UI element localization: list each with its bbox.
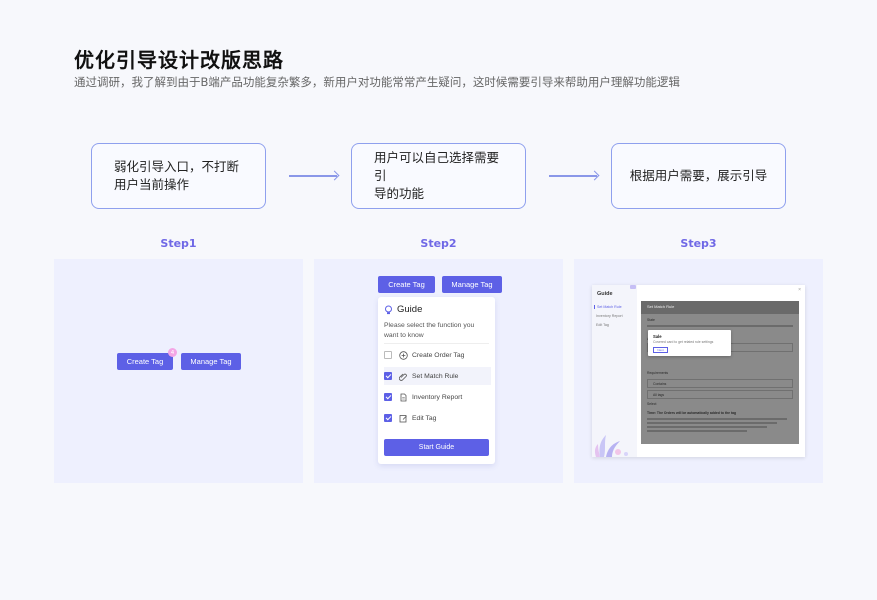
guide-option-label: Edit Tag xyxy=(412,414,437,422)
flow-arrow-1 xyxy=(289,175,337,177)
tooltip-next-button[interactable]: Next xyxy=(653,347,668,353)
guide-description: Please select the function you want to k… xyxy=(384,322,475,339)
note-line xyxy=(647,430,747,432)
guide-option-set-match-rule[interactable]: Set Match Rule xyxy=(384,367,491,385)
plant-illustration xyxy=(594,435,628,457)
tooltip-title: Sale xyxy=(653,334,662,339)
contains-box xyxy=(647,379,793,388)
create-tag-button[interactable]: Create Tag xyxy=(378,276,435,293)
flow-arrow-2 xyxy=(549,175,597,177)
guide-option-edit-tag[interactable]: Edit Tag xyxy=(384,409,491,427)
contains-label: Contains xyxy=(653,382,667,386)
requirements-label: Requirements xyxy=(647,371,669,375)
note-line xyxy=(647,418,787,420)
flow-box-1-line2: 用户当前操作 xyxy=(114,177,190,192)
step3-panel: Guide Set Match Rule Inventory Report Ed… xyxy=(574,259,823,483)
plus-circle-icon xyxy=(399,350,408,360)
guide-sidebar: Guide Set Match Rule Inventory Report Ed… xyxy=(592,285,637,457)
notification-badge: 4 xyxy=(168,348,177,357)
flow-box-3: 根据用户需要，展示引导 xyxy=(611,143,786,209)
sidebar-item-edit-tag[interactable]: Edit Tag xyxy=(596,323,609,327)
step2-panel: Create Tag Manage Tag Guide Please selec… xyxy=(314,259,563,483)
checkbox-checked[interactable] xyxy=(384,393,392,401)
note-line xyxy=(647,426,767,428)
note-title: Time: The Orders will be automatically a… xyxy=(647,411,737,415)
main-header-title: Set Match Rule xyxy=(647,304,675,309)
document-icon xyxy=(400,393,407,401)
lightbulb-icon xyxy=(385,305,392,314)
close-tag-icon xyxy=(630,285,636,289)
note-line xyxy=(647,422,777,424)
guide-tooltip: Sale Covered card to get related rule se… xyxy=(648,330,731,356)
step-label-3: Step3 xyxy=(680,237,717,250)
manage-tag-button[interactable]: Manage Tag xyxy=(181,353,241,370)
flow-box-1-line1: 弱化引导入口，不打断 xyxy=(114,159,240,174)
checkbox-unchecked[interactable] xyxy=(384,351,392,359)
flow-box-2-line2: 导的功能 xyxy=(374,186,425,201)
flow-box-3-line1: 根据用户需要，展示引导 xyxy=(629,168,768,183)
guide-header: Guide xyxy=(384,304,422,315)
guide-option-create-order-tag[interactable]: Create Order Tag xyxy=(384,346,491,364)
sidebar-item-inventory-report[interactable]: Inventory Report xyxy=(596,314,623,318)
main-header: Set Match Rule xyxy=(641,301,799,314)
select-label: Select xyxy=(647,402,657,406)
checkbox-checked[interactable] xyxy=(384,414,392,422)
step1-panel: Create Tag 4 Manage Tag xyxy=(54,259,303,483)
guide-option-inventory-report[interactable]: Inventory Report xyxy=(384,388,491,406)
checkbox-checked[interactable] xyxy=(384,372,392,380)
tooltip-text: Covered card to get related rule setting… xyxy=(653,340,714,344)
sidebar-item-set-match-rule[interactable]: Set Match Rule xyxy=(594,305,622,309)
guide-option-label: Inventory Report xyxy=(412,393,463,401)
guide-title: Guide xyxy=(397,304,423,315)
guide-main-overlay: Set Match Rule State Add a requirement R… xyxy=(641,301,799,444)
flow-box-1: 弱化引导入口，不打断 用户当前操作 xyxy=(91,143,266,209)
edit-icon xyxy=(399,414,407,422)
manage-tag-button[interactable]: Manage Tag xyxy=(442,276,502,293)
close-icon[interactable]: × xyxy=(798,287,801,293)
guide-screen-preview: Guide Set Match Rule Inventory Report Ed… xyxy=(592,285,805,457)
tags-label: All tags xyxy=(653,393,665,397)
page-title: 优化引导设计改版思路 xyxy=(74,48,284,72)
create-tag-button[interactable]: Create Tag xyxy=(117,353,173,370)
step-label-1: Step1 xyxy=(160,237,197,250)
guide-sidebar-title: Guide xyxy=(597,291,613,297)
guide-option-label: Create Order Tag xyxy=(412,351,465,359)
start-guide-button[interactable]: Start Guide xyxy=(384,439,489,456)
tags-box xyxy=(647,390,793,399)
divider xyxy=(647,325,793,327)
divider xyxy=(384,343,489,344)
guide-option-label: Set Match Rule xyxy=(412,372,459,380)
flow-box-2: 用户可以自己选择需要引 导的功能 xyxy=(351,143,526,209)
paperclip-icon xyxy=(399,373,407,381)
flow-box-2-line1: 用户可以自己选择需要引 xyxy=(374,150,500,183)
state-label: State xyxy=(647,318,655,322)
page-subtitle: 通过调研，我了解到由于B端产品功能复杂繁多，新用户对功能常常产生疑问，这时候需要… xyxy=(74,75,680,89)
guide-popover: Guide Please select the function you wan… xyxy=(378,297,495,464)
step-label-2: Step2 xyxy=(420,237,457,250)
